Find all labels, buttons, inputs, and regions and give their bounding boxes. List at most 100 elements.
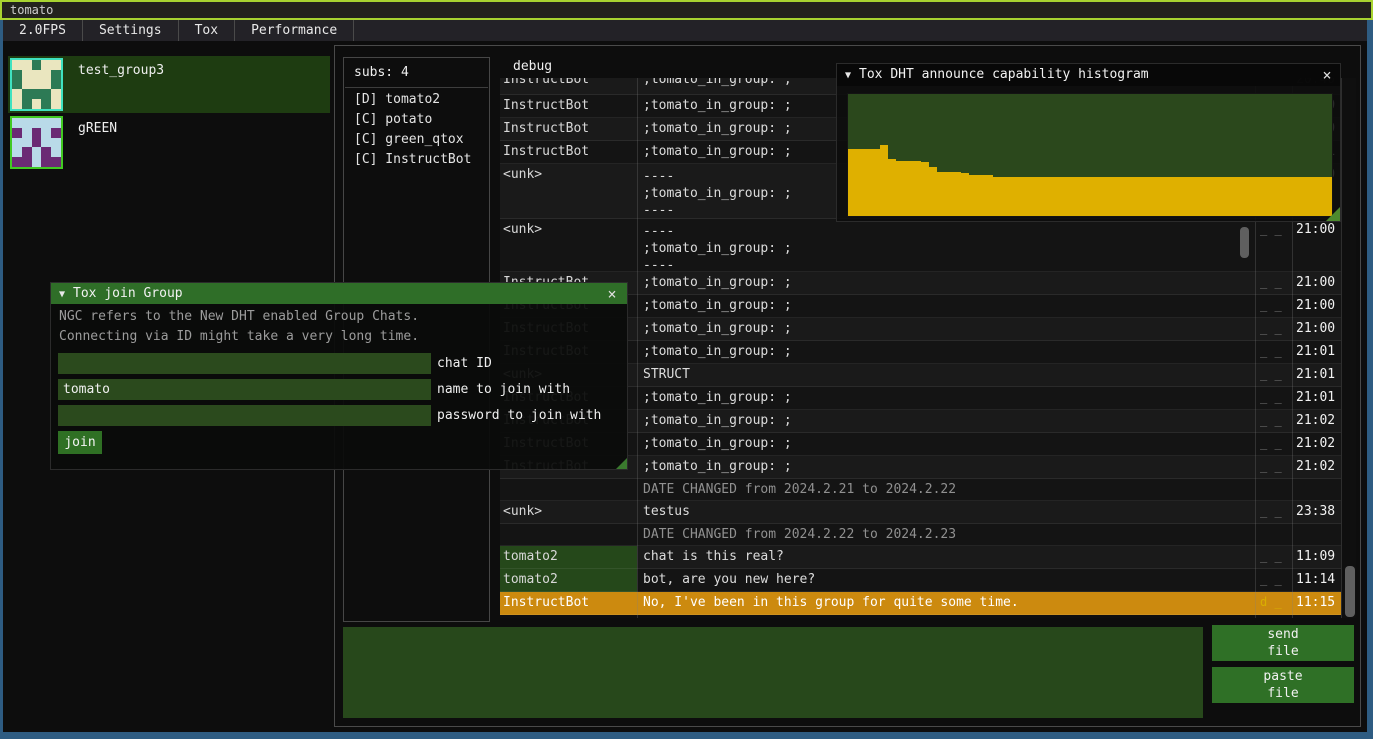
chat-row-time: 11:15: [1296, 595, 1335, 610]
chat-row-status: _ _: [1260, 459, 1282, 473]
histogram-bar: [1251, 177, 1259, 216]
chat-row-time: 21:01: [1296, 367, 1335, 382]
histogram-bar: [1090, 177, 1098, 216]
collapse-arrow-icon[interactable]: ▼: [845, 70, 851, 81]
chat-id-input[interactable]: [58, 353, 431, 374]
avatar-pixel: [41, 128, 51, 138]
group-item-test_group3[interactable]: test_group3: [8, 56, 330, 113]
subscribers-count: subs: 4: [354, 65, 409, 80]
chat-row-time: 21:00: [1296, 275, 1335, 290]
window-titlebar[interactable]: tomato: [0, 0, 1373, 20]
chat-row-message: ---- ;tomato_in_group: ; ----: [643, 223, 1251, 272]
message-input[interactable]: [343, 627, 1203, 718]
avatar-pixel: [51, 80, 61, 90]
avatar-pixel: [41, 157, 51, 167]
chat-row-message: bot, are you new here?: [643, 572, 1251, 587]
avatar-pixel: [22, 70, 32, 80]
histogram-bar: [1227, 177, 1235, 216]
chat-row-name: tomato2: [503, 549, 635, 564]
collapse-arrow-icon[interactable]: ▼: [59, 289, 65, 300]
window-title: tomato: [10, 3, 53, 17]
resize-grip[interactable]: [1326, 207, 1340, 221]
date-separator-row[interactable]: DATE CHANGED from 2024.2.21 to 2024.2.22: [500, 479, 1341, 501]
avatar-pixel: [12, 89, 22, 99]
histogram-bar: [1025, 177, 1033, 216]
message-scrollbar-thumb[interactable]: [1240, 227, 1249, 258]
resize-grip[interactable]: [616, 458, 627, 469]
member-list-item[interactable]: [C] InstructBot: [354, 150, 471, 170]
histogram-window-title: Tox DHT announce capability histogram: [859, 67, 1149, 82]
menu-item-tox[interactable]: Tox: [179, 20, 235, 41]
group-avatar: [10, 58, 63, 111]
histogram-bar: [896, 161, 904, 216]
chat-row[interactable]: <unk>testus_ _23:38: [500, 501, 1341, 524]
column-separator: [1341, 78, 1342, 618]
histogram-bar: [1042, 177, 1050, 216]
join-name-input[interactable]: [58, 379, 431, 400]
avatar-pixel: [41, 70, 51, 80]
send-file-button[interactable]: send file: [1212, 625, 1354, 661]
avatar-pixel: [22, 99, 32, 109]
chat-row-status: _ _: [1260, 367, 1282, 381]
avatar-pixel: [22, 157, 32, 167]
chat-row-message: ;tomato_in_group: ;: [643, 298, 1251, 313]
paste-file-button[interactable]: paste file: [1212, 667, 1354, 703]
chat-row[interactable]: <unk>---- ;tomato_in_group: ; ----_ _21:…: [500, 219, 1341, 272]
window-edge-right: [1367, 20, 1373, 733]
close-icon[interactable]: ×: [603, 285, 621, 303]
chat-row-message: ;tomato_in_group: ;: [643, 321, 1251, 336]
menu-item-settings[interactable]: Settings: [83, 20, 179, 41]
avatar-pixel: [22, 118, 32, 128]
avatar-pixel: [41, 80, 51, 90]
member-list-item[interactable]: [C] potato: [354, 110, 432, 130]
chat-row-message: ;tomato_in_group: ;: [643, 344, 1251, 359]
chat-row[interactable]: tomato2 bot, are you new here? _ _ 11:14: [500, 569, 1341, 592]
histogram-bar: [888, 159, 896, 216]
chat-row-time: 21:02: [1296, 459, 1335, 474]
group-item-gREEN[interactable]: gREEN: [8, 114, 330, 171]
chat-row-status: _ _: [1260, 572, 1282, 586]
histogram-bar: [1017, 177, 1025, 216]
avatar-pixel: [51, 70, 61, 80]
window-edge-bottom: [0, 732, 1373, 739]
chat-row-status: d _: [1260, 595, 1282, 609]
avatar-pixel: [12, 60, 22, 70]
histogram-bar: [1066, 177, 1074, 216]
chat-row-time: 21:01: [1296, 390, 1335, 405]
member-list-item[interactable]: [C] green_qtox: [354, 130, 464, 150]
histogram-bar: [1058, 177, 1066, 216]
join-group-titlebar[interactable]: ▼Tox join Group: [51, 283, 627, 304]
chat-row-name: tomato2: [503, 572, 635, 587]
histogram-window-titlebar[interactable]: ▼ Tox DHT announce capability histogram: [837, 64, 1340, 86]
join-info-line: NGC refers to the New DHT enabled Group …: [59, 309, 419, 324]
date-separator-row[interactable]: DATE CHANGED from 2024.2.22 to 2024.2.23: [500, 524, 1341, 546]
group-name: test_group3: [78, 63, 164, 78]
chat-row-name: InstructBot: [503, 144, 635, 159]
join-password-label: password to join with: [437, 405, 601, 426]
close-icon[interactable]: ×: [1318, 66, 1336, 84]
histogram-bar: [1300, 177, 1308, 216]
chat-scrollbar-thumb[interactable]: [1345, 566, 1355, 617]
histogram-bar: [945, 172, 953, 216]
chat-row[interactable]: tomato2chat is this real?_ _11:09: [500, 546, 1341, 569]
chat-row-name: InstructBot: [503, 98, 635, 113]
avatar-pixel: [22, 60, 32, 70]
chat-row-time: 21:00: [1296, 222, 1335, 237]
avatar-pixel: [22, 89, 32, 99]
chat-row-message: ;tomato_in_group: ;: [643, 413, 1251, 428]
join-password-input[interactable]: [58, 405, 431, 426]
chat-row-time: 11:14: [1296, 572, 1335, 587]
tab-debug[interactable]: debug: [513, 59, 552, 74]
histogram-window[interactable]: ▼ Tox DHT announce capability histogram ×: [836, 63, 1341, 222]
histogram-bar: [977, 175, 985, 216]
chat-row[interactable]: InstructBotNo, I've been in this group f…: [500, 592, 1341, 615]
chat-row-name: InstructBot: [503, 121, 635, 136]
chat-row-message: ;tomato_in_group: ;: [643, 436, 1251, 451]
histogram-bar: [1162, 177, 1170, 216]
join-button[interactable]: join: [58, 431, 102, 454]
member-list-item[interactable]: [D] tomato2: [354, 90, 440, 110]
avatar-pixel: [41, 89, 51, 99]
join-group-window[interactable]: ▼Tox join Group × NGC refers to the New …: [50, 282, 628, 470]
menu-item-performance[interactable]: Performance: [235, 20, 354, 41]
date-changed-text: DATE CHANGED from 2024.2.21 to 2024.2.22: [643, 482, 1251, 497]
